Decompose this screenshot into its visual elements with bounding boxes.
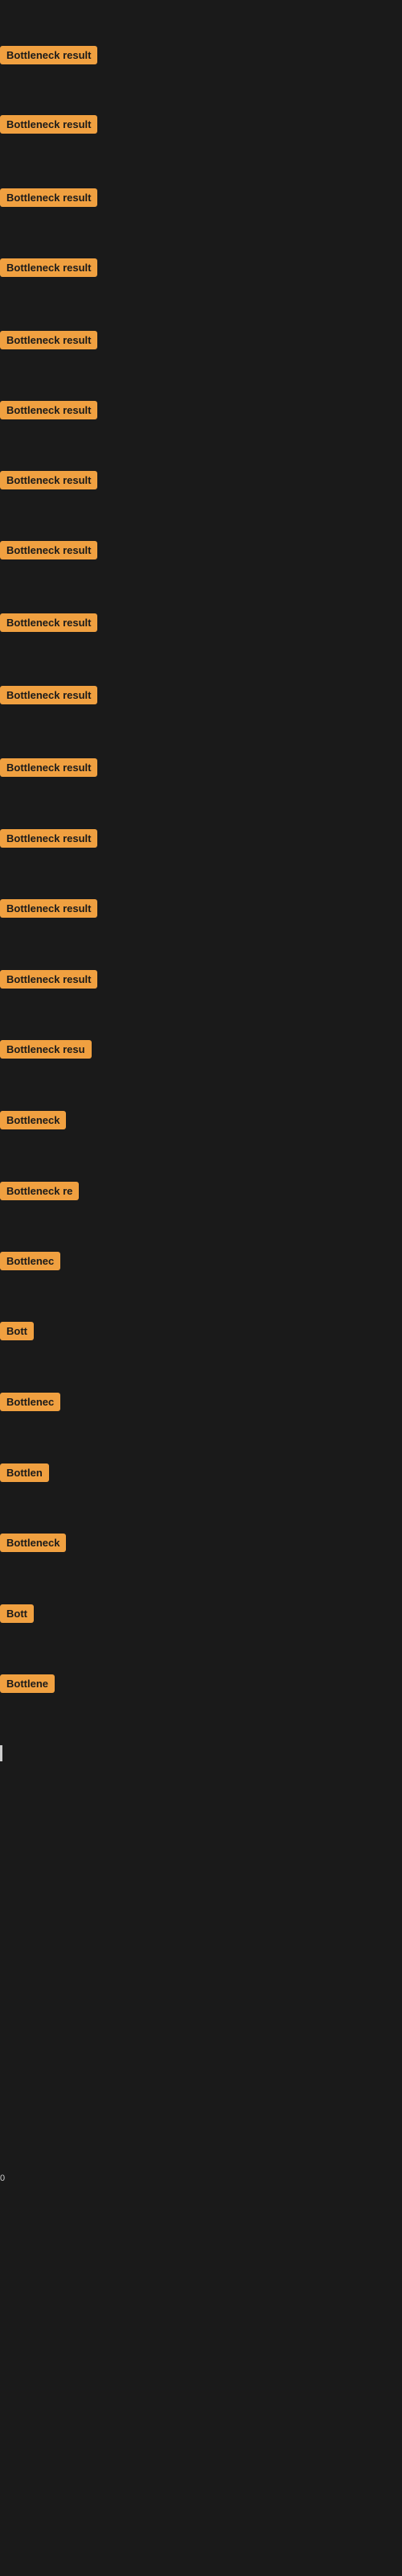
bottleneck-badge: Bottlene bbox=[0, 1674, 55, 1693]
bottleneck-row[interactable]: Bottleneck result bbox=[0, 613, 97, 636]
small-label: 0 bbox=[0, 2174, 5, 2183]
bottleneck-badge: Bottleneck result bbox=[0, 115, 97, 134]
bottleneck-badge: Bottlen bbox=[0, 1463, 49, 1482]
bottleneck-row[interactable]: Bott bbox=[0, 1322, 34, 1344]
bottleneck-badge: Bottleneck result bbox=[0, 686, 97, 704]
bottleneck-badge: Bottleneck result bbox=[0, 258, 97, 277]
bottleneck-row[interactable]: Bottleneck bbox=[0, 1534, 66, 1556]
bottleneck-badge: Bott bbox=[0, 1322, 34, 1340]
bottleneck-badge: Bottlenec bbox=[0, 1393, 60, 1411]
bottleneck-row[interactable]: Bottleneck resu bbox=[0, 1040, 92, 1063]
bottleneck-badge: Bottleneck result bbox=[0, 331, 97, 349]
bottleneck-row[interactable]: Bott bbox=[0, 1604, 34, 1627]
bottleneck-badge: Bottleneck result bbox=[0, 188, 97, 207]
bottleneck-row[interactable]: Bottleneck result bbox=[0, 331, 97, 353]
bottleneck-badge: Bottleneck resu bbox=[0, 1040, 92, 1059]
bottleneck-row[interactable]: Bottleneck result bbox=[0, 258, 97, 281]
bottleneck-row[interactable]: Bottleneck bbox=[0, 1111, 66, 1133]
bottleneck-row[interactable]: Bottleneck result bbox=[0, 686, 97, 708]
bottleneck-row[interactable]: Bottlen bbox=[0, 1463, 49, 1486]
bottleneck-row[interactable]: Bottleneck result bbox=[0, 899, 97, 922]
bottleneck-row[interactable]: Bottleneck result bbox=[0, 188, 97, 211]
bottleneck-badge: Bottleneck result bbox=[0, 46, 97, 64]
bottleneck-row[interactable]: Bottleneck result bbox=[0, 46, 97, 68]
site-title bbox=[0, 0, 402, 13]
bottleneck-badge: Bottleneck result bbox=[0, 541, 97, 559]
bottleneck-row[interactable]: Bottleneck result bbox=[0, 401, 97, 423]
bottleneck-badge: Bottleneck result bbox=[0, 899, 97, 918]
bottleneck-row[interactable]: Bottleneck result bbox=[0, 541, 97, 564]
bottleneck-row[interactable]: Bottleneck result bbox=[0, 471, 97, 493]
bottleneck-badge: Bottleneck result bbox=[0, 970, 97, 989]
bottleneck-row[interactable]: Bottleneck result bbox=[0, 758, 97, 781]
bottleneck-row[interactable]: Bottleneck result bbox=[0, 829, 97, 852]
cursor-line bbox=[0, 1745, 2, 1761]
bottleneck-badge: Bottlenec bbox=[0, 1252, 60, 1270]
bottleneck-row[interactable]: Bottleneck result bbox=[0, 970, 97, 993]
bottleneck-badge: Bottleneck re bbox=[0, 1182, 79, 1200]
bottleneck-badge: Bottleneck result bbox=[0, 471, 97, 489]
bottleneck-badge: Bottleneck result bbox=[0, 401, 97, 419]
bottleneck-row[interactable]: Bottlenec bbox=[0, 1252, 60, 1274]
bottleneck-badge: Bottleneck bbox=[0, 1111, 66, 1129]
bottleneck-badge: Bottleneck result bbox=[0, 613, 97, 632]
bottleneck-row[interactable]: Bottleneck result bbox=[0, 115, 97, 138]
bottleneck-row[interactable]: Bottlene bbox=[0, 1674, 55, 1697]
bottleneck-badge: Bott bbox=[0, 1604, 34, 1623]
bottleneck-row[interactable]: Bottlenec bbox=[0, 1393, 60, 1415]
bottleneck-badge: Bottleneck bbox=[0, 1534, 66, 1552]
bottleneck-badge: Bottleneck result bbox=[0, 758, 97, 777]
bottleneck-row[interactable]: Bottleneck re bbox=[0, 1182, 79, 1204]
bottleneck-badge: Bottleneck result bbox=[0, 829, 97, 848]
